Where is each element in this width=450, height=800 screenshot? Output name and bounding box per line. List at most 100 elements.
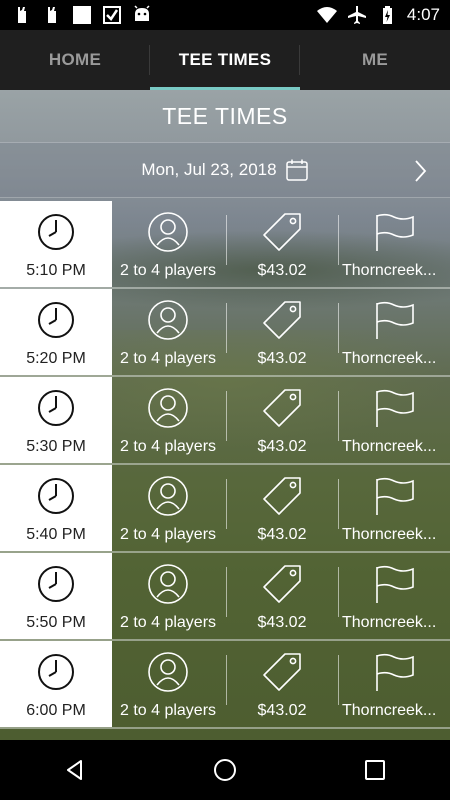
players-cell: 2 to 4 players — [112, 289, 224, 375]
tab-tee-times[interactable]: TEE TIMES — [150, 30, 300, 90]
price-cell: $43.02 — [226, 465, 338, 551]
golf-bag-icon — [18, 7, 26, 23]
price-text: $43.02 — [257, 702, 307, 719]
navigation-bar — [0, 740, 450, 800]
check-app-icon — [103, 6, 121, 24]
date-selector[interactable]: Mon, Jul 23, 2018 — [0, 142, 450, 198]
price-cell: $43.02 — [226, 289, 338, 375]
players-text: 2 to 4 players — [119, 702, 217, 719]
tee-time: 5:40 PM — [26, 526, 86, 543]
price-text: $43.02 — [257, 350, 307, 367]
players-cell: 2 to 4 players — [112, 465, 224, 551]
price-tag-icon — [263, 653, 301, 691]
time-cell: 5:20 PM — [0, 289, 112, 375]
flag-icon — [376, 565, 414, 603]
chevron-right-icon[interactable] — [408, 158, 432, 184]
flag-icon — [376, 653, 414, 691]
clock-icon — [38, 478, 74, 514]
page-title: TEE TIMES — [162, 102, 288, 129]
back-button[interactable] — [45, 740, 105, 800]
course-text: Thorncreek... — [342, 350, 437, 367]
price-text: $43.02 — [257, 526, 307, 543]
recents-button[interactable] — [345, 740, 405, 800]
tee-time-row[interactable]: 5:40 PM 2 to 4 players $43.02 Thorncreek… — [0, 465, 450, 553]
golf-bag-icon — [48, 7, 56, 23]
selected-date: Mon, Jul 23, 2018 — [141, 160, 277, 179]
players-cell: 2 to 4 players — [112, 553, 224, 639]
tab-bar: HOME TEE TIMES ME — [0, 30, 450, 90]
course-cell: Thorncreek... — [338, 641, 450, 727]
time-cell: 6:00 PM — [0, 641, 112, 727]
tee-time: 5:30 PM — [26, 438, 86, 455]
time-cell: 5:10 PM — [0, 201, 112, 287]
players-cell: 2 to 4 players — [112, 201, 224, 287]
player-icon — [148, 300, 188, 340]
course-text: Thorncreek... — [342, 438, 437, 455]
tee-time-row[interactable]: 5:50 PM 2 to 4 players $43.02 Thorncreek… — [0, 553, 450, 641]
players-text: 2 to 4 players — [119, 526, 217, 543]
clock-icon — [38, 566, 74, 602]
player-icon — [148, 652, 188, 692]
price-text: $43.02 — [257, 438, 307, 455]
tab-label: HOME — [48, 50, 102, 69]
tee-time-row[interactable]: 5:10 PM 2 to 4 players $43.02 Thorncreek… — [0, 201, 450, 289]
clock-icon — [38, 214, 74, 250]
course-cell: Thorncreek... — [338, 465, 450, 551]
course-cell: Thorncreek... — [338, 377, 450, 463]
players-text: 2 to 4 players — [119, 262, 217, 279]
price-tag-icon — [263, 565, 301, 603]
flag-icon — [376, 389, 414, 427]
home-button[interactable] — [195, 740, 255, 800]
tee-time-row[interactable]: 5:20 PM 2 to 4 players $43.02 Thorncreek… — [0, 289, 450, 377]
android-icon — [134, 5, 150, 21]
tee-time: 5:10 PM — [26, 262, 86, 279]
player-icon — [148, 564, 188, 604]
course-text: Thorncreek... — [342, 526, 437, 543]
players-cell: 2 to 4 players — [112, 641, 224, 727]
price-tag-icon — [263, 213, 301, 251]
course-cell: Thorncreek... — [338, 553, 450, 639]
tab-home[interactable]: HOME — [0, 30, 150, 90]
clock-icon — [38, 390, 74, 426]
status-bar: 4:07 — [0, 0, 450, 30]
clock-icon — [38, 654, 74, 690]
price-tag-icon — [263, 477, 301, 515]
price-text: $43.02 — [257, 262, 307, 279]
tab-label: ME — [361, 50, 389, 69]
time-cell: 5:40 PM — [0, 465, 112, 551]
tab-label: TEE TIMES — [178, 50, 272, 69]
square-notification-icon — [73, 6, 91, 24]
price-cell: $43.02 — [226, 377, 338, 463]
players-cell: 2 to 4 players — [112, 377, 224, 463]
clock-time: 4:07 — [406, 5, 440, 24]
player-icon — [148, 476, 188, 516]
calendar-icon[interactable] — [285, 158, 309, 182]
airplane-icon — [347, 6, 366, 24]
price-text: $43.02 — [257, 614, 307, 631]
notification-icons — [12, 5, 152, 25]
clock-icon — [38, 302, 74, 338]
recents-square-icon — [365, 760, 385, 780]
player-icon — [148, 388, 188, 428]
price-cell: $43.02 — [226, 201, 338, 287]
price-tag-icon — [263, 389, 301, 427]
tee-time: 5:50 PM — [26, 614, 86, 631]
flag-icon — [376, 213, 414, 251]
tee-time-list: 5:10 PM 2 to 4 players $43.02 Thorncreek… — [0, 201, 450, 729]
course-text: Thorncreek... — [342, 702, 437, 719]
price-tag-icon — [263, 301, 301, 339]
price-cell: $43.02 — [226, 553, 338, 639]
players-text: 2 to 4 players — [119, 350, 217, 367]
course-text: Thorncreek... — [342, 262, 437, 279]
flag-icon — [376, 477, 414, 515]
system-icons: 4:07 — [316, 5, 440, 25]
tab-me[interactable]: ME — [300, 30, 450, 90]
player-icon — [148, 212, 188, 252]
players-text: 2 to 4 players — [119, 438, 217, 455]
players-text: 2 to 4 players — [119, 614, 217, 631]
price-cell: $43.02 — [226, 641, 338, 727]
tee-time: 6:00 PM — [26, 702, 86, 719]
tee-time-row[interactable]: 5:30 PM 2 to 4 players $43.02 Thorncreek… — [0, 377, 450, 465]
tee-time-row[interactable]: 6:00 PM 2 to 4 players $43.02 Thorncreek… — [0, 641, 450, 729]
tee-time: 5:20 PM — [26, 350, 86, 367]
